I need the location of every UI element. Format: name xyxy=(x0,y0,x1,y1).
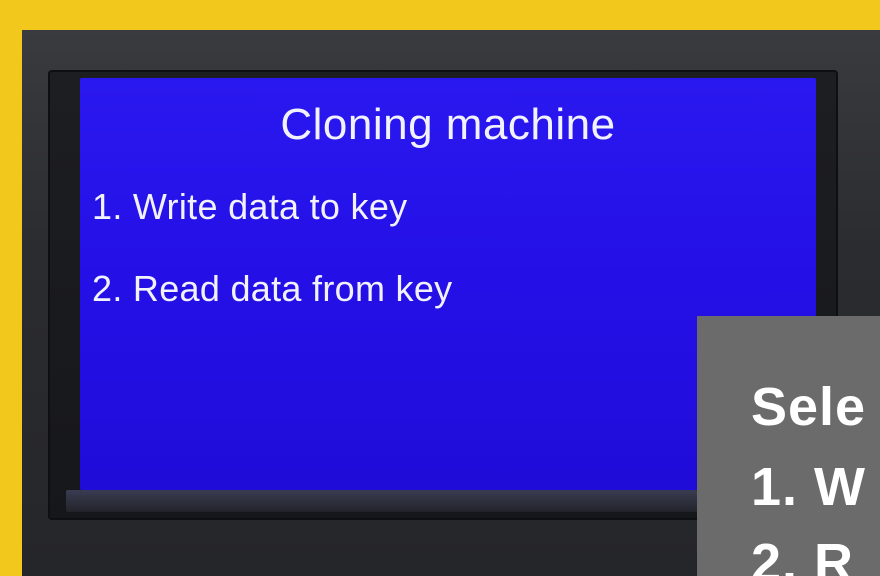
caption-overlay: Sele 1. W 2. R xyxy=(697,316,880,576)
overlay-line-2: 1. W xyxy=(751,457,867,517)
yellow-frame: Cloning machine 1. Write data to key 2. … xyxy=(0,0,880,576)
screen-title: Cloning machine xyxy=(280,100,616,149)
overlay-line-1: Sele xyxy=(751,377,867,437)
overlay-line-3: 2. R xyxy=(751,533,855,576)
menu-item-read[interactable]: 2. Read data from key xyxy=(92,268,452,310)
menu-item-write[interactable]: 1. Write data to key xyxy=(92,186,407,228)
